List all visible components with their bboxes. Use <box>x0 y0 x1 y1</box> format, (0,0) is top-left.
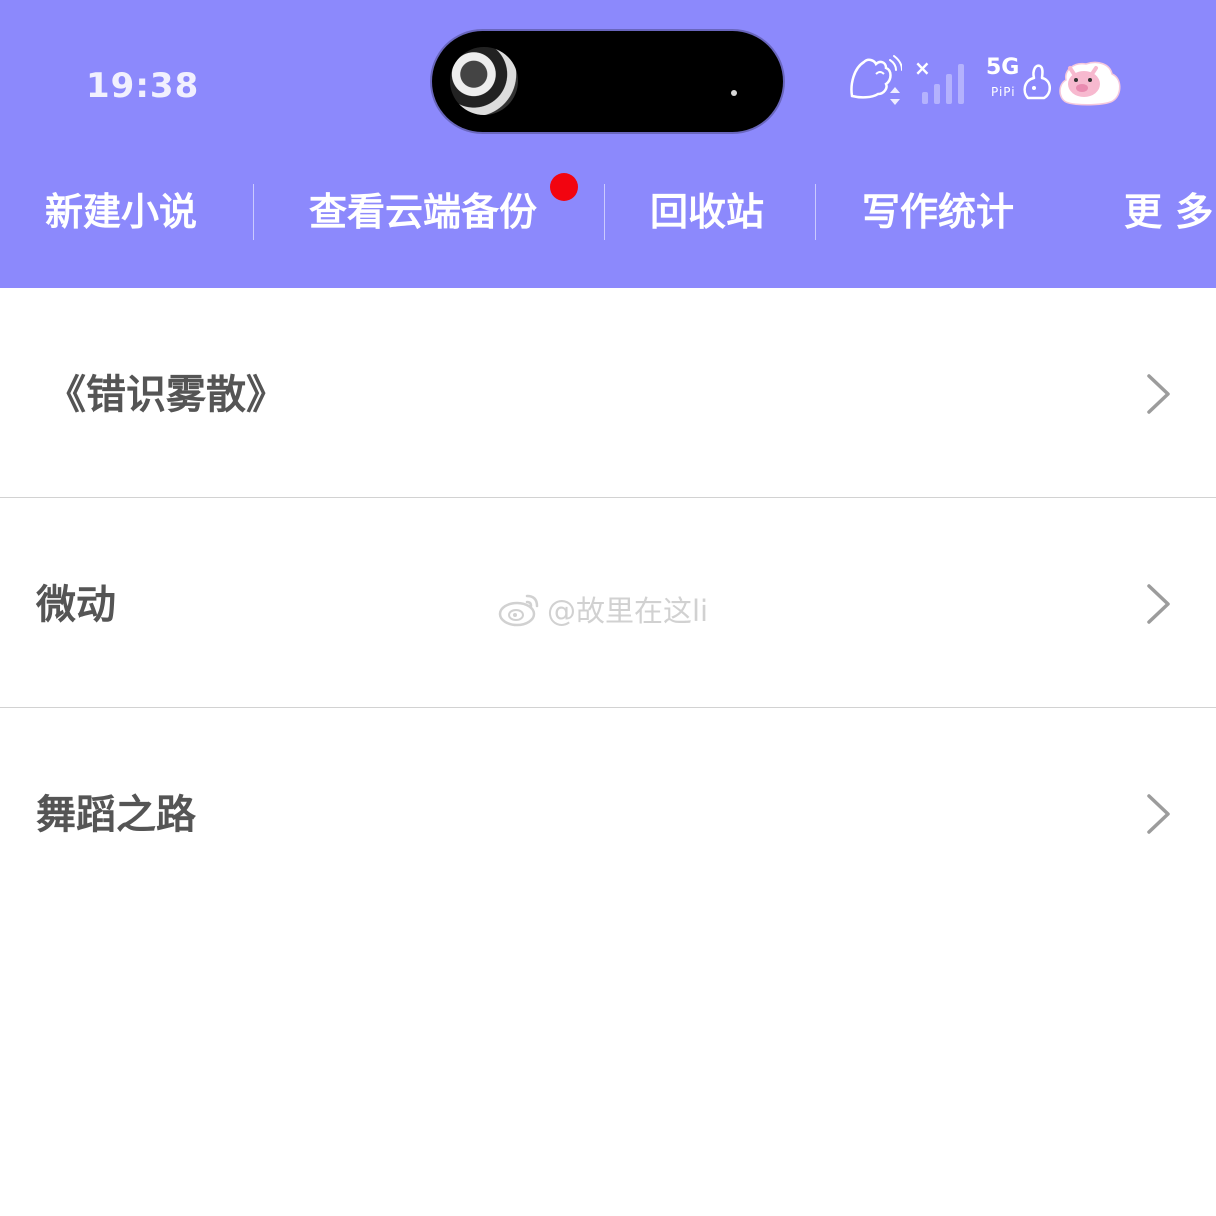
toolbar-divider <box>815 184 816 240</box>
status-icons: × 5G PiPi <box>842 50 1132 110</box>
chevron-right-icon <box>1147 584 1170 624</box>
toolbar: 新建小说 查看云端备份 回收站 写作统计 更 多 <box>0 160 1216 264</box>
battery-sticker-label: PiPi <box>991 85 1016 99</box>
recycle-bin-button[interactable]: 回收站 <box>650 188 764 236</box>
cloud-backup-button[interactable]: 查看云端备份 <box>309 188 537 236</box>
toolbar-divider <box>604 184 605 240</box>
signal-bars-icon <box>922 64 964 104</box>
novel-list-item[interactable]: 《错识雾散》 <box>0 288 1216 498</box>
status-time: 19:38 <box>86 66 200 106</box>
dynamic-island[interactable] <box>432 31 783 132</box>
chevron-right-icon <box>1147 374 1170 414</box>
writing-stats-button[interactable]: 写作统计 <box>862 188 1014 236</box>
toolbar-divider <box>253 184 254 240</box>
watermark-text: @故里在这li <box>547 594 709 628</box>
weibo-icon <box>498 594 539 627</box>
camera-dot-icon <box>731 90 737 96</box>
chevron-right-icon <box>1147 794 1170 834</box>
app-screen: 19:38 × 5G PiPi 新建小说 查看云端备份 回收站 写作统计 更 多… <box>0 0 1216 1216</box>
new-novel-button[interactable]: 新建小说 <box>45 188 197 236</box>
novel-title: 《错识雾散》 <box>46 372 286 418</box>
novel-title: 微动 <box>36 582 116 628</box>
bunny-sticker-icon <box>1023 64 1051 100</box>
data-arrows-icon <box>890 87 900 105</box>
network-type-label: 5G <box>986 55 1020 80</box>
more-button[interactable]: 更 多 <box>1124 188 1213 236</box>
notification-badge <box>550 173 578 201</box>
novel-list-item[interactable]: 舞蹈之路 <box>0 708 1216 918</box>
header-bar: 19:38 × 5G PiPi 新建小说 查看云端备份 回收站 写作统计 更 多 <box>0 0 1216 288</box>
pig-sticker-icon <box>1059 61 1121 106</box>
now-playing-avatar[interactable] <box>450 47 518 115</box>
novel-title: 舞蹈之路 <box>36 792 196 838</box>
watermark: @故里在这li <box>497 589 708 629</box>
